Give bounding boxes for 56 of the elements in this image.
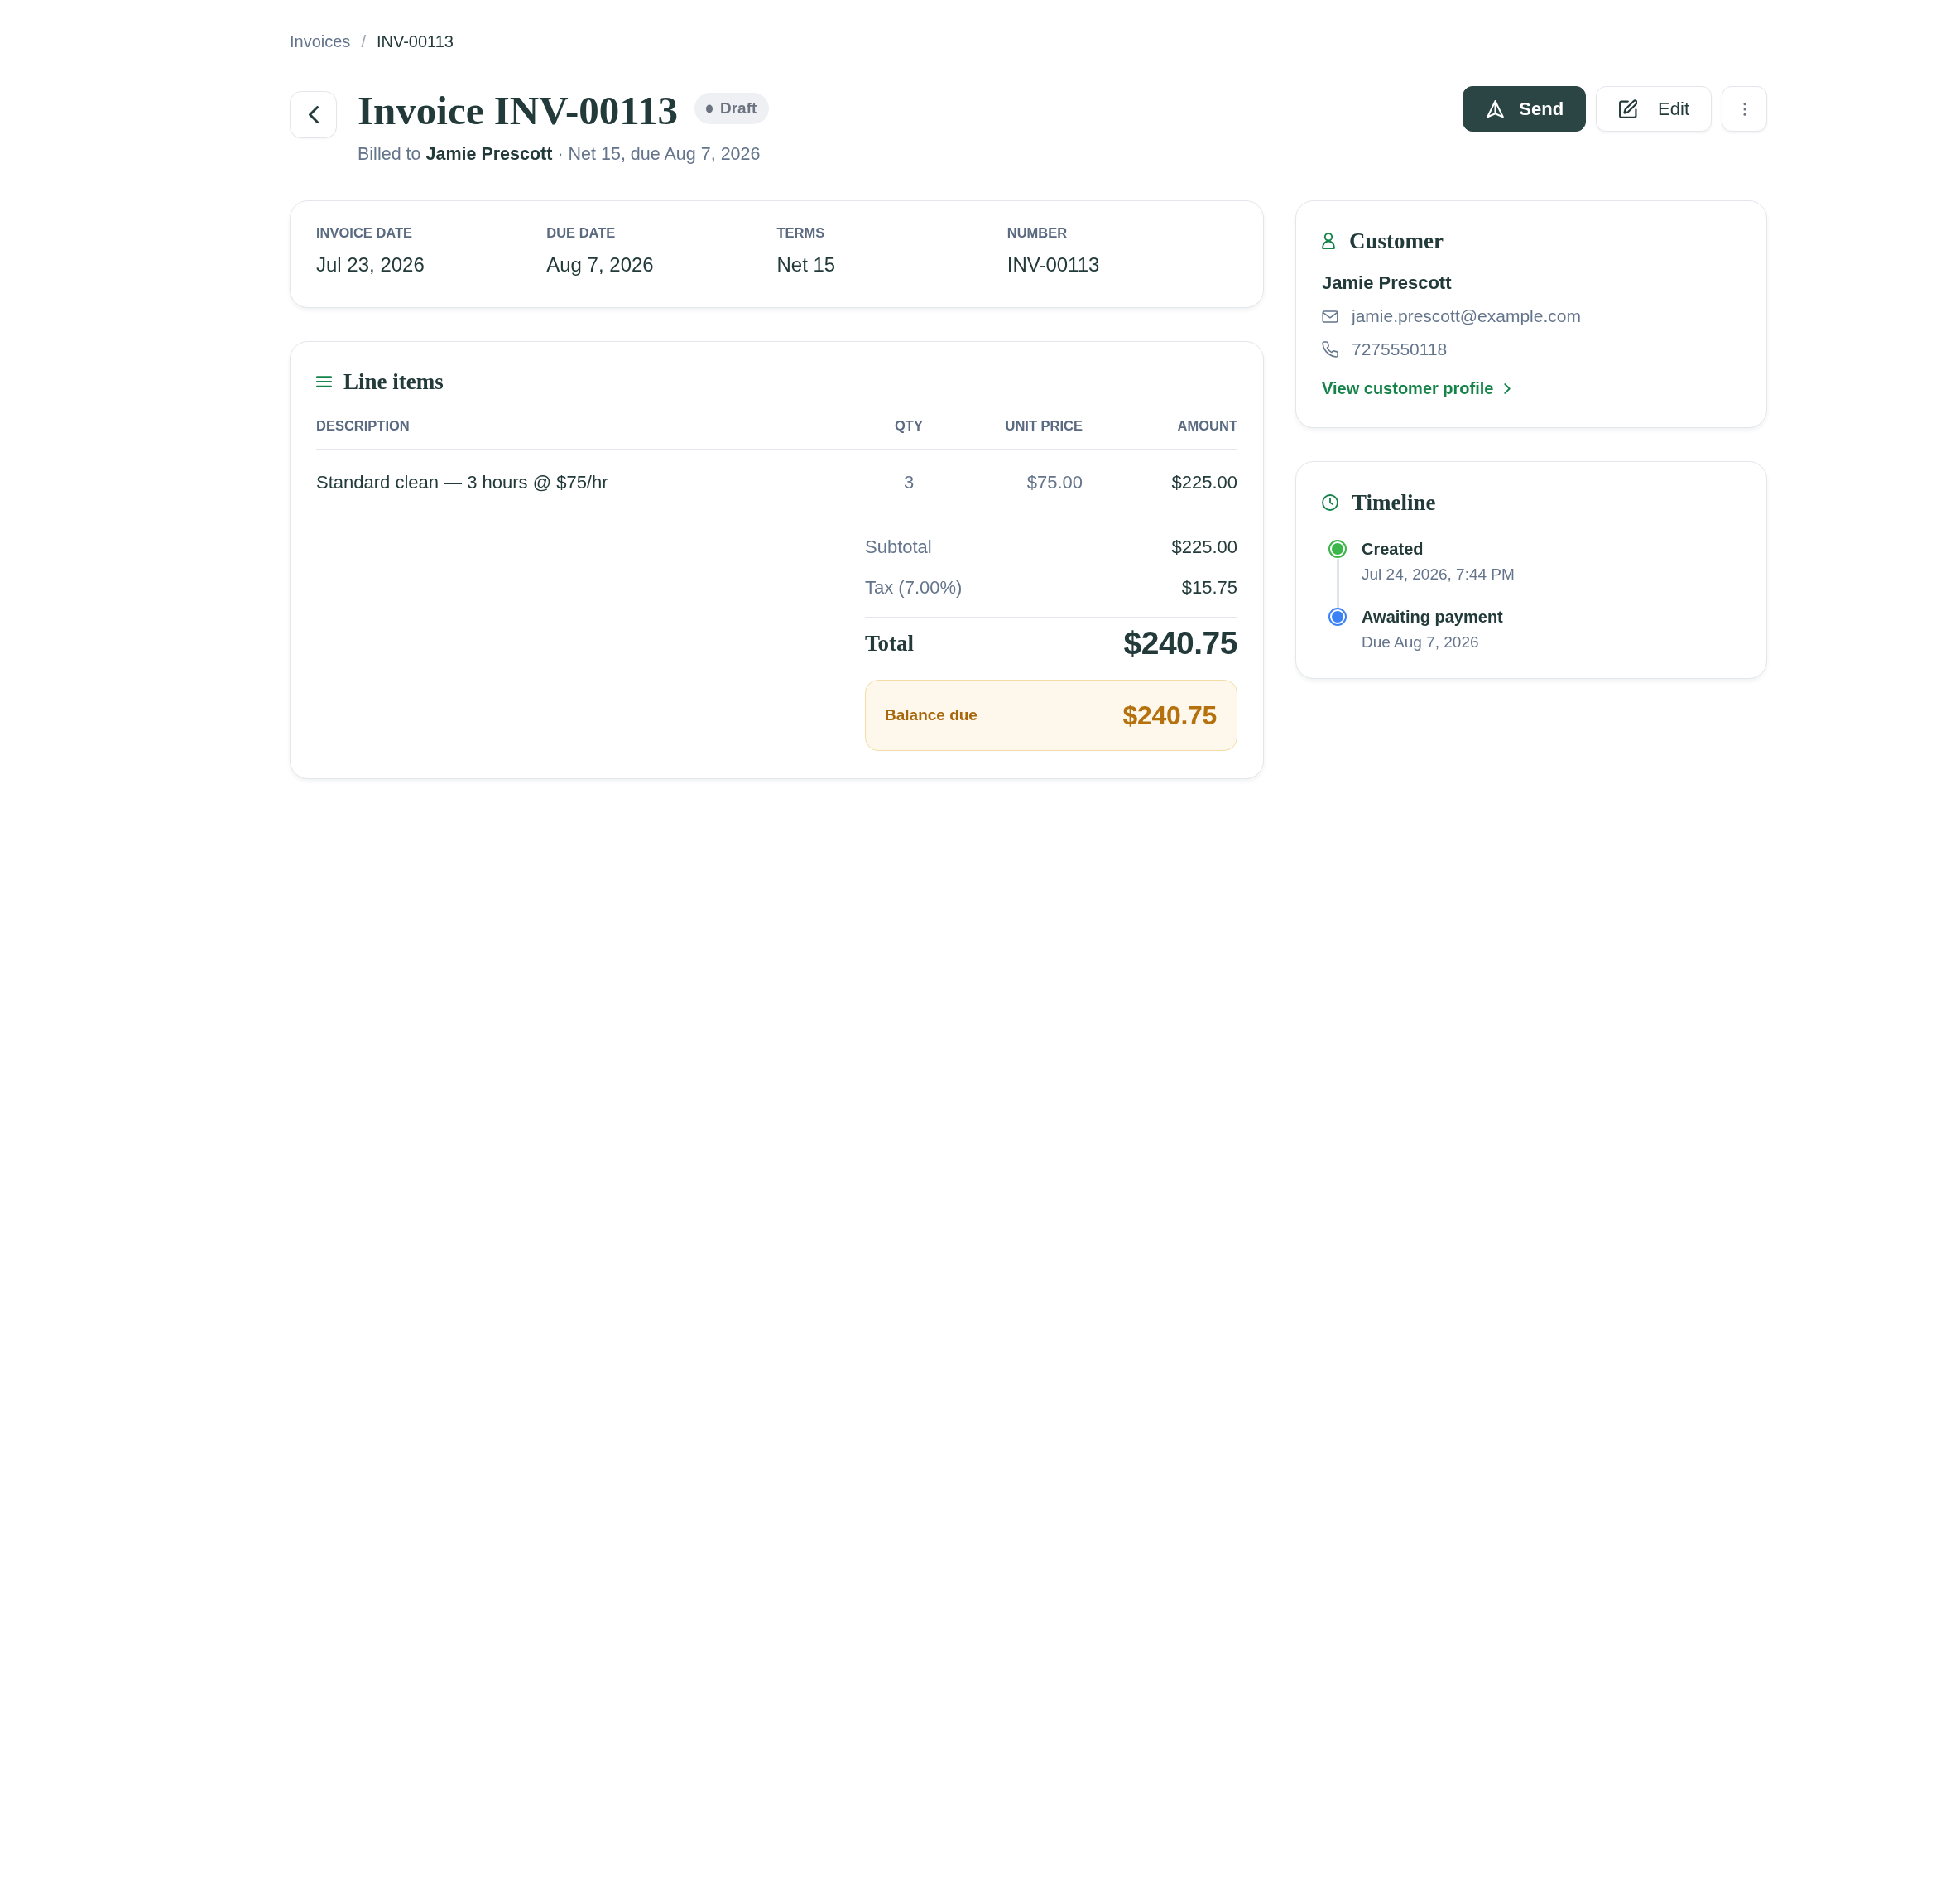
summary-value: $225.00 [1171, 535, 1237, 559]
field-value: INV-00113 [1006, 253, 1100, 277]
column-header: DESCRIPTION [316, 418, 410, 433]
edit-icon [1619, 99, 1638, 118]
column-header: UNIT PRICE [1005, 418, 1083, 433]
send-icon [1487, 99, 1505, 118]
card-title: Timeline [1352, 489, 1436, 517]
back-button[interactable] [290, 91, 337, 138]
field-label: NUMBER [1006, 224, 1068, 242]
table-cell: $225.00 [1171, 471, 1237, 493]
event-time: Jul 24, 2026, 7:44 PM [1362, 565, 1515, 585]
balance-due-amount: $240.75 [1122, 700, 1217, 731]
breadcrumb-separator: / [361, 31, 366, 51]
more-options-icon [1742, 102, 1746, 116]
mail-icon [1322, 310, 1338, 323]
field-label: DUE DATE [546, 224, 616, 242]
customer-name: Jamie Prescott [1322, 272, 1452, 295]
table-cell: Standard clean — 3 hours @ $75/hr [316, 471, 608, 493]
person-icon [1322, 233, 1335, 249]
edit-button[interactable]: Edit [1596, 86, 1712, 132]
list-icon [316, 376, 332, 387]
status-label: Draft [720, 99, 757, 118]
event-time: Due Aug 7, 2026 [1362, 633, 1479, 652]
field-label: TERMS [776, 224, 825, 242]
event-title: Awaiting payment [1362, 607, 1503, 628]
customer-profile-link[interactable]: View customer profile [1322, 377, 1511, 400]
event-title: Created [1362, 539, 1424, 560]
phone-number: 7275550118 [1352, 339, 1448, 360]
breadcrumb-link[interactable]: Invoices [290, 31, 351, 51]
field-value: Jul 23, 2026 [316, 253, 425, 277]
summary-label: Subtotal [865, 535, 932, 559]
chevron-right-icon [1504, 382, 1511, 394]
summary-value: $15.75 [1181, 575, 1237, 599]
timeline-connector [1336, 559, 1339, 609]
total-amount: $240.75 [1123, 625, 1237, 661]
field-value: Aug 7, 2026 [546, 253, 654, 277]
field-label: INVOICE DATE [316, 224, 413, 242]
status-dot-icon [706, 103, 713, 113]
send-button[interactable]: Send [1463, 86, 1587, 132]
phone-icon [1322, 341, 1338, 358]
table-cell: $75.00 [1026, 471, 1083, 493]
card-title: Customer [1349, 228, 1444, 255]
summary-label: Tax (7.00%) [865, 575, 963, 599]
invoice-subtitle: Billed to Jamie Prescott · Net 15, due Aug 7, 2026 [358, 143, 761, 166]
total-label: Total [865, 630, 915, 657]
field-value: Net 15 [776, 253, 836, 277]
balance-due-label: Balance due [885, 706, 978, 724]
column-header: AMOUNT [1177, 418, 1237, 433]
chevron-left-icon [308, 106, 319, 123]
clock-icon [1322, 494, 1338, 511]
breadcrumb-current: INV-00113 [376, 31, 454, 51]
email-address: jamie.prescott@example.com [1352, 305, 1581, 327]
page-title: Invoice INV-00113 [358, 87, 678, 135]
table-cell: 3 [903, 471, 915, 493]
column-header: QTY [895, 418, 923, 433]
card-title: Line items [343, 368, 444, 396]
